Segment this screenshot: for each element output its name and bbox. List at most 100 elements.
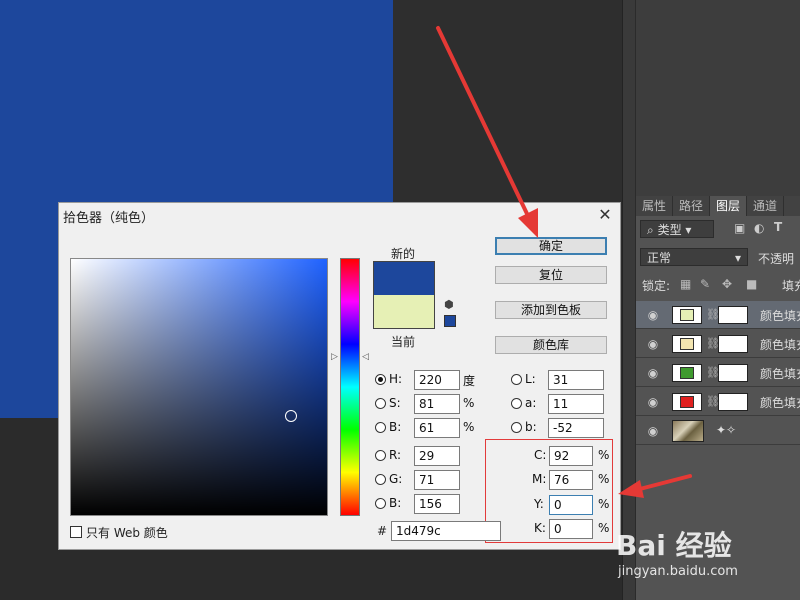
- magenta-field[interactable]: 76: [549, 470, 593, 490]
- layer-mask-thumbnail[interactable]: [718, 393, 748, 411]
- b-channel-label: b:: [525, 420, 537, 434]
- lock-label: 锁定:: [642, 279, 671, 293]
- brightness-label: B:: [389, 420, 402, 434]
- b-channel-radio[interactable]: [511, 422, 522, 433]
- panel-tabs: 属性 路径 图层 通道: [636, 196, 800, 216]
- layer-thumbnail[interactable]: [672, 306, 702, 324]
- hue-label: H:: [389, 372, 403, 386]
- saturation-radio[interactable]: [375, 398, 386, 409]
- fill-label: 填充: [782, 279, 800, 293]
- current-color-swatch[interactable]: [373, 295, 435, 329]
- hue-slider-right-arrow-icon[interactable]: ◁: [362, 352, 369, 362]
- filter-label: 类型: [657, 223, 682, 237]
- green-label: G:: [389, 472, 403, 486]
- layer-thumbnail[interactable]: [672, 364, 702, 382]
- lightness-radio[interactable]: [511, 374, 522, 385]
- black-unit: %: [598, 521, 610, 535]
- eye-icon[interactable]: ◉: [646, 395, 660, 409]
- web-safe-color-swatch[interactable]: [444, 315, 456, 327]
- tab-layers[interactable]: 图层: [710, 196, 748, 216]
- adjustment-filter-icon[interactable]: ◐: [754, 221, 764, 235]
- add-to-swatches-button[interactable]: 添加到色板: [495, 301, 607, 319]
- black-label: K:: [534, 521, 546, 535]
- filter-row: ⌕ 类型 ▾ ▣ ◐ T: [636, 217, 800, 241]
- brightness-field[interactable]: 61: [414, 418, 460, 438]
- green-radio[interactable]: [375, 474, 386, 485]
- search-icon: ⌕: [647, 223, 654, 237]
- web-colors-only-checkbox[interactable]: [70, 526, 82, 538]
- lightness-field[interactable]: 31: [548, 370, 604, 390]
- lock-paint-icon[interactable]: ✎: [700, 277, 710, 291]
- tab-channels[interactable]: 通道: [747, 196, 785, 216]
- layer-thumbnail[interactable]: [672, 393, 702, 411]
- image-thumbnail[interactable]: [672, 420, 704, 442]
- red-radio[interactable]: [375, 450, 386, 461]
- layer-name[interactable]: 颜色填充: [760, 307, 800, 324]
- layer-name[interactable]: 颜色填充: [760, 336, 800, 353]
- layer-mask-thumbnail[interactable]: [718, 364, 748, 382]
- close-icon[interactable]: ✕: [595, 205, 615, 225]
- lock-transparent-icon[interactable]: ▦: [680, 277, 691, 291]
- image-filter-icon[interactable]: ▣: [734, 221, 745, 235]
- out-of-web-gamut-cube-icon[interactable]: ⬢: [444, 298, 454, 311]
- eye-icon[interactable]: ◉: [646, 424, 660, 438]
- hue-field[interactable]: 220: [414, 370, 460, 390]
- watermark-logo: Bai 经验: [616, 529, 732, 562]
- hue-slider[interactable]: [340, 258, 360, 516]
- hex-field[interactable]: 1d479c: [391, 521, 501, 541]
- b-channel-field[interactable]: -52: [548, 418, 604, 438]
- chevron-down-icon: ▾: [734, 251, 741, 265]
- color-picker-circle[interactable]: [285, 410, 297, 422]
- layer-name[interactable]: 颜色填充: [760, 365, 800, 382]
- eye-icon[interactable]: ◉: [646, 366, 660, 380]
- blue-field[interactable]: 156: [414, 494, 460, 514]
- cyan-field[interactable]: 92: [549, 446, 593, 466]
- layer-name[interactable]: 颜色填充: [760, 394, 800, 411]
- layer-thumbnail[interactable]: [672, 335, 702, 353]
- blend-mode-value: 正常: [647, 251, 672, 265]
- reset-button[interactable]: 复位: [495, 266, 607, 284]
- saturation-field[interactable]: 81: [414, 394, 460, 414]
- eye-icon[interactable]: ◉: [646, 308, 660, 322]
- a-channel-label: a:: [525, 396, 537, 410]
- layer-row[interactable]: ◉ ⛓ 颜色填充: [636, 330, 800, 358]
- new-color-label: 新的: [391, 247, 416, 261]
- hue-radio[interactable]: [375, 374, 386, 385]
- ok-button[interactable]: 确定: [495, 237, 607, 255]
- yellow-field[interactable]: 0: [549, 495, 593, 515]
- layer-row[interactable]: ◉ ⛓ 颜色填充: [636, 301, 800, 329]
- blue-radio[interactable]: [375, 498, 386, 509]
- current-color-label: 当前: [391, 335, 416, 349]
- web-colors-only-label: 只有 Web 颜色: [86, 526, 168, 540]
- new-color-swatch: [373, 261, 435, 295]
- blend-row: 正常 ▾ 不透明: [636, 245, 800, 269]
- red-field[interactable]: 29: [414, 446, 460, 466]
- tab-paths[interactable]: 路径: [673, 196, 711, 216]
- black-field[interactable]: 0: [549, 519, 593, 539]
- lock-move-icon[interactable]: ✥: [722, 277, 732, 291]
- hue-slider-left-arrow-icon[interactable]: ▷: [331, 352, 338, 362]
- type-filter-icon[interactable]: T: [774, 220, 782, 234]
- brightness-radio[interactable]: [375, 422, 386, 433]
- yellow-label: Y:: [534, 497, 544, 511]
- color-field[interactable]: [70, 258, 328, 516]
- lightness-label: L:: [525, 372, 536, 386]
- lock-all-icon[interactable]: ■: [746, 277, 757, 291]
- a-channel-field[interactable]: 11: [548, 394, 604, 414]
- filter-select[interactable]: ⌕ 类型 ▾: [640, 220, 714, 238]
- layer-row[interactable]: ◉ ⛓ 颜色填充: [636, 388, 800, 416]
- eye-icon[interactable]: ◉: [646, 337, 660, 351]
- layer-mask-thumbnail[interactable]: [718, 335, 748, 353]
- color-picker-dialog: 拾色器（纯色） ✕ ▷ ◁ 新的 当前 ⬢ 确定 复位 添加到色板 颜色库 H:…: [58, 202, 621, 550]
- layer-row-image[interactable]: ◉ ✦✧: [636, 417, 800, 445]
- blend-mode-select[interactable]: 正常 ▾: [640, 248, 748, 266]
- layer-row[interactable]: ◉ ⛓ 颜色填充: [636, 359, 800, 387]
- tab-properties[interactable]: 属性: [636, 196, 674, 216]
- green-field[interactable]: 71: [414, 470, 460, 490]
- dialog-title: 拾色器（纯色）: [63, 211, 155, 226]
- brightness-unit: %: [463, 420, 475, 434]
- red-label: R:: [389, 448, 402, 462]
- a-channel-radio[interactable]: [511, 398, 522, 409]
- color-libraries-button[interactable]: 颜色库: [495, 336, 607, 354]
- layer-mask-thumbnail[interactable]: [718, 306, 748, 324]
